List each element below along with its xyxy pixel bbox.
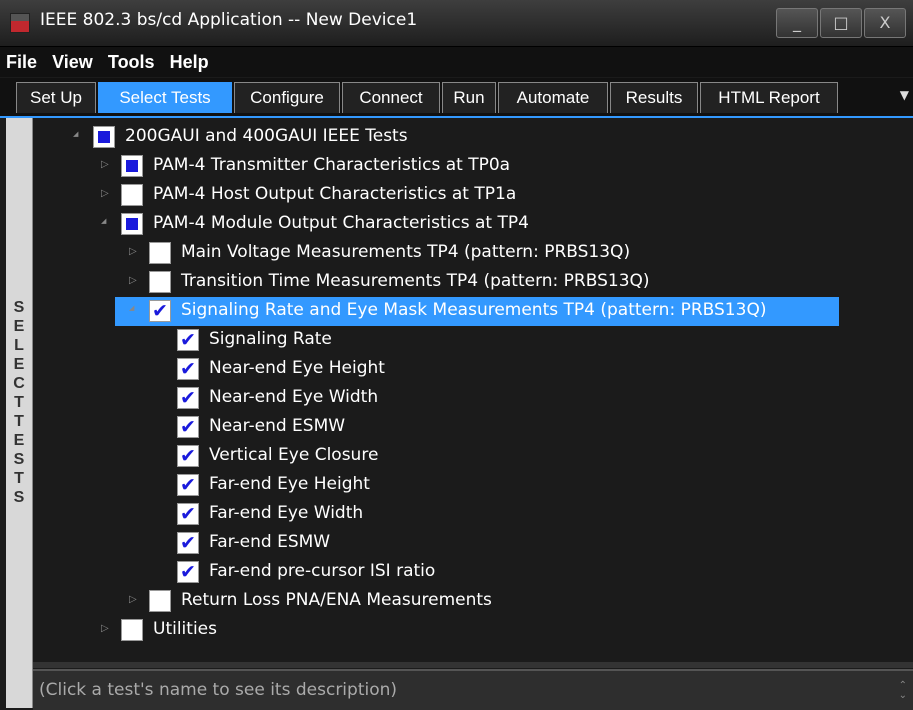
collapse-arrow-icon[interactable]: ◢ xyxy=(73,130,78,138)
scroll-arrows-icon[interactable]: ⌃ ⌄ xyxy=(899,681,907,701)
test-label[interactable]: PAM-4 Transmitter Characteristics at TP0… xyxy=(153,151,510,180)
test-label[interactable]: PAM-4 Host Output Characteristics at TP1… xyxy=(153,180,516,209)
test-label[interactable]: Near-end Eye Height xyxy=(209,354,385,383)
test-checkbox[interactable] xyxy=(149,590,171,612)
test-checkbox[interactable]: ✔ xyxy=(177,416,199,438)
tree-row[interactable]: ◢ 200GAUI and 400GAUI IEEE Tests xyxy=(33,122,913,151)
sidebar-label: SELECT TESTS xyxy=(13,299,25,506)
test-label[interactable]: Signaling Rate xyxy=(209,325,332,354)
tree-row[interactable]: ✔ Near-end Eye Width xyxy=(33,383,913,412)
test-checkbox[interactable] xyxy=(121,155,143,177)
test-checkbox[interactable]: ✔ xyxy=(177,387,199,409)
tab-connect[interactable]: Connect xyxy=(342,82,440,113)
tree-row[interactable]: ✔ Near-end ESMW xyxy=(33,412,913,441)
select-tests-sidebar: SELECT TESTS xyxy=(6,118,33,708)
test-checkbox[interactable] xyxy=(121,619,143,641)
test-checkbox[interactable] xyxy=(121,213,143,235)
test-label[interactable]: Far-end ESMW xyxy=(209,528,330,557)
collapse-arrow-icon[interactable]: ◢ xyxy=(129,304,134,312)
tab-results[interactable]: Results xyxy=(610,82,698,113)
test-checkbox[interactable] xyxy=(93,126,115,148)
test-checkbox[interactable]: ✔ xyxy=(177,503,199,525)
tree-row[interactable]: ▷ PAM-4 Host Output Characteristics at TP… xyxy=(33,180,913,209)
tab-run[interactable]: Run xyxy=(442,82,496,113)
tab-html-report[interactable]: HTML Report xyxy=(700,82,838,113)
test-checkbox[interactable] xyxy=(149,242,171,264)
description-panel: (Click a test's name to see its descript… xyxy=(33,669,913,710)
tree-row[interactable]: ▷ Utilities xyxy=(33,615,913,644)
test-label[interactable]: 200GAUI and 400GAUI IEEE Tests xyxy=(125,122,408,151)
test-label[interactable]: Far-end pre-cursor ISI ratio xyxy=(209,557,435,586)
test-checkbox[interactable] xyxy=(149,271,171,293)
test-label[interactable]: Near-end ESMW xyxy=(209,412,345,441)
expand-arrow-icon[interactable]: ▷ xyxy=(129,594,137,605)
menu-view[interactable]: View xyxy=(46,47,97,77)
menu-tools[interactable]: Tools xyxy=(102,47,159,77)
test-checkbox[interactable] xyxy=(121,184,143,206)
test-label[interactable]: Far-end Eye Height xyxy=(209,470,370,499)
collapse-arrow-icon[interactable]: ◢ xyxy=(101,217,106,225)
tree-row[interactable]: ✔ Vertical Eye Closure xyxy=(33,441,913,470)
test-label[interactable]: Far-end Eye Width xyxy=(209,499,363,528)
tree-row[interactable]: ◢ PAM-4 Module Output Characteristics at … xyxy=(33,209,913,238)
test-checkbox[interactable]: ✔ xyxy=(177,329,199,351)
tree-row[interactable]: ▷ Return Loss PNA/ENA Measurements xyxy=(33,586,913,615)
expand-arrow-icon[interactable]: ▷ xyxy=(101,188,109,199)
test-label[interactable]: Vertical Eye Closure xyxy=(209,441,378,470)
tree-row[interactable]: ▷ PAM-4 Transmitter Characteristics at TP… xyxy=(33,151,913,180)
tab-automate[interactable]: Automate xyxy=(498,82,608,113)
expand-arrow-icon[interactable]: ▷ xyxy=(101,623,109,634)
test-label[interactable]: Utilities xyxy=(153,615,217,644)
maximize-button[interactable]: □ xyxy=(820,8,862,38)
test-label[interactable]: Near-end Eye Width xyxy=(209,383,378,412)
test-checkbox[interactable]: ✔ xyxy=(149,300,171,322)
tab-overflow-icon[interactable]: ▼ xyxy=(900,88,909,102)
title-bar: IEEE 802.3 bs/cd Application -- New Devi… xyxy=(0,0,913,47)
close-button[interactable]: X xyxy=(864,8,906,38)
expand-arrow-icon[interactable]: ▷ xyxy=(101,159,109,170)
tab-select-tests[interactable]: Select Tests xyxy=(98,82,232,113)
tab-configure[interactable]: Configure xyxy=(234,82,340,113)
menu-bar: File View Tools Help xyxy=(0,47,913,77)
expand-arrow-icon[interactable]: ▷ xyxy=(129,246,137,257)
tree-row[interactable]: ✔ Far-end Eye Height xyxy=(33,470,913,499)
window-title: IEEE 802.3 bs/cd Application -- New Devi… xyxy=(40,10,418,30)
tree-row[interactable]: ◢ ✔ Signaling Rate and Eye Mask Measuremen… xyxy=(33,296,913,325)
test-checkbox[interactable]: ✔ xyxy=(177,445,199,467)
description-text: (Click a test's name to see its descript… xyxy=(39,680,398,700)
test-tree: ◢ 200GAUI and 400GAUI IEEE Tests ▷ PAM-4 Tr… xyxy=(33,118,913,662)
splitter[interactable] xyxy=(33,662,913,668)
test-label[interactable]: PAM-4 Module Output Characteristics at T… xyxy=(153,209,529,238)
tab-bar: Set Up Select Tests Configure Connect Ru… xyxy=(0,78,913,118)
menu-file[interactable]: File xyxy=(0,47,41,77)
test-checkbox[interactable]: ✔ xyxy=(177,358,199,380)
test-checkbox[interactable]: ✔ xyxy=(177,474,199,496)
test-label[interactable]: Main Voltage Measurements TP4 (pattern: … xyxy=(181,238,630,267)
tab-set-up[interactable]: Set Up xyxy=(16,82,96,113)
test-checkbox[interactable]: ✔ xyxy=(177,532,199,554)
expand-arrow-icon[interactable]: ▷ xyxy=(129,275,137,286)
test-label[interactable]: Return Loss PNA/ENA Measurements xyxy=(181,586,492,615)
test-label[interactable]: Transition Time Measurements TP4 (patter… xyxy=(181,267,650,296)
tree-row[interactable]: ✔ Far-end Eye Width xyxy=(33,499,913,528)
app-icon xyxy=(10,13,30,33)
tree-row[interactable]: ✔ Signaling Rate xyxy=(33,325,913,354)
tree-row[interactable]: ▷ Transition Time Measurements TP4 (patte… xyxy=(33,267,913,296)
minimize-button[interactable]: _ xyxy=(776,8,818,38)
test-checkbox[interactable]: ✔ xyxy=(177,561,199,583)
tree-row[interactable]: ✔ Far-end ESMW xyxy=(33,528,913,557)
test-label[interactable]: Signaling Rate and Eye Mask Measurements… xyxy=(181,296,766,325)
menu-help[interactable]: Help xyxy=(164,47,213,77)
tree-row[interactable]: ✔ Near-end Eye Height xyxy=(33,354,913,383)
tree-row[interactable]: ✔ Far-end pre-cursor ISI ratio xyxy=(33,557,913,586)
tree-row[interactable]: ▷ Main Voltage Measurements TP4 (pattern:… xyxy=(33,238,913,267)
